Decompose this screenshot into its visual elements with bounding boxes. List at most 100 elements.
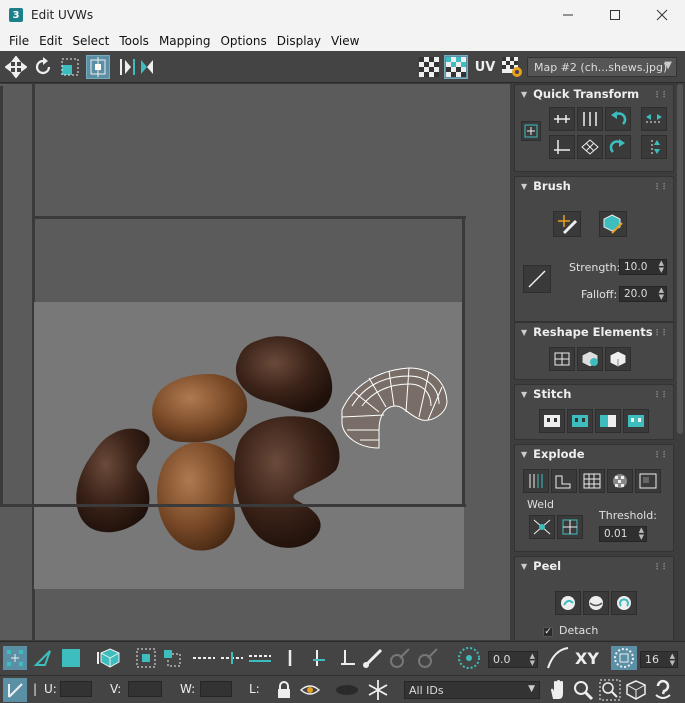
- menu-tools[interactable]: Tools: [114, 34, 154, 48]
- select-vertex-button[interactable]: [3, 646, 27, 670]
- close-button[interactable]: [639, 0, 685, 30]
- rotate-button[interactable]: [31, 55, 55, 79]
- move-button[interactable]: [4, 55, 28, 79]
- falloff-type-button[interactable]: [546, 646, 570, 670]
- menu-select[interactable]: Select: [67, 34, 114, 48]
- set-pivot-button[interactable]: [521, 121, 541, 141]
- minimize-button[interactable]: [545, 0, 591, 30]
- zoom-region-button[interactable]: [598, 678, 622, 702]
- rollout-header-stitch[interactable]: ▼ Stitch ⋮⋮: [515, 385, 673, 403]
- detach-checkbox[interactable]: ✓: [543, 627, 553, 637]
- threshold-spinner[interactable]: 0.01 ▲ ▼: [599, 526, 647, 542]
- zoom-extents-button[interactable]: [624, 678, 648, 702]
- rollout-header-explode[interactable]: ▼ Explode ⋮⋮: [515, 445, 673, 463]
- relax-button[interactable]: [605, 347, 631, 371]
- flip-button[interactable]: [135, 55, 159, 79]
- rotate-cw-icon: [609, 139, 625, 153]
- uv-viewport[interactable]: [0, 84, 510, 640]
- loop-select-button[interactable]: [192, 646, 216, 670]
- scale-button[interactable]: [58, 55, 82, 79]
- absolute-offset-button[interactable]: [3, 678, 27, 702]
- break-button[interactable]: [523, 469, 549, 493]
- strength-spinner[interactable]: 10.0 ▲ ▼: [619, 259, 667, 275]
- straighten-selection-button[interactable]: [549, 347, 575, 371]
- grip-icon: ⋮⋮: [653, 561, 668, 571]
- w-input[interactable]: [200, 681, 232, 697]
- menu-options[interactable]: Options: [215, 34, 271, 48]
- select-face-button[interactable]: [59, 646, 83, 670]
- rotate-cw-button[interactable]: [605, 135, 631, 159]
- freeform-button[interactable]: [86, 55, 110, 79]
- align-corner-button[interactable]: [549, 135, 575, 159]
- ring-shrink-button[interactable]: [335, 646, 359, 670]
- material-id-dropdown[interactable]: All IDs ▼: [404, 681, 540, 699]
- help-button[interactable]: [651, 678, 675, 702]
- show-map-button[interactable]: [444, 55, 468, 79]
- unhide-button[interactable]: [334, 678, 358, 702]
- status-toolbar: | U: V: W: L: All IDs ▼: [0, 675, 685, 703]
- checker-pattern-button[interactable]: [417, 55, 441, 79]
- reset-peel-button[interactable]: [611, 591, 637, 615]
- menu-file[interactable]: File: [4, 34, 34, 48]
- space-vertical-button[interactable]: [641, 135, 667, 159]
- paint-move-button[interactable]: [553, 211, 581, 237]
- loop-grow-button[interactable]: [220, 646, 244, 670]
- quick-peel-button[interactable]: [555, 591, 581, 615]
- rollout-header-reshape[interactable]: ▼ Reshape Elements ⋮⋮: [515, 323, 673, 341]
- rollout-header-brush[interactable]: ▼ Brush ⋮⋮: [515, 177, 673, 195]
- map-selector-dropdown[interactable]: Map #2 (ch...shews.jpg) ▼: [527, 57, 677, 77]
- menu-view[interactable]: View: [326, 34, 364, 48]
- ring-grow-button[interactable]: [307, 646, 331, 670]
- paint-shrink-button[interactable]: [416, 646, 440, 670]
- flatten-by-polygon-button[interactable]: [579, 469, 605, 493]
- paint-select-button[interactable]: [361, 646, 385, 670]
- loop-shrink-button[interactable]: [248, 646, 272, 670]
- relax-brush-button[interactable]: [599, 211, 627, 237]
- xy-axis-button[interactable]: XY: [574, 646, 600, 670]
- flatten-by-smoothing-button[interactable]: [607, 469, 633, 493]
- space-horizontal-button[interactable]: [641, 107, 667, 131]
- lock-selection-button[interactable]: [272, 678, 296, 702]
- menu-display[interactable]: Display: [272, 34, 326, 48]
- stitch-to-target-button[interactable]: [623, 409, 649, 433]
- maximize-button[interactable]: [592, 0, 638, 30]
- align-vertical-lines-button[interactable]: [577, 107, 603, 131]
- texture-settings-button[interactable]: [500, 55, 524, 79]
- grid-size-spinner[interactable]: 16 ▲ ▼: [640, 651, 678, 668]
- menu-edit[interactable]: Edit: [34, 34, 67, 48]
- v-input[interactable]: [128, 681, 162, 697]
- weld-target-button[interactable]: [557, 515, 583, 539]
- panel-scrollbar[interactable]: [677, 84, 683, 434]
- soft-selection-button[interactable]: [457, 646, 481, 670]
- grow-selection-button[interactable]: [134, 646, 158, 670]
- uv-toggle-button[interactable]: UV: [473, 55, 497, 79]
- rollout-header-quick-transform[interactable]: ▼ Quick Transform ⋮⋮: [515, 85, 673, 103]
- flatten-by-material-button[interactable]: [635, 469, 661, 493]
- align-horizontal-button[interactable]: [549, 107, 575, 131]
- freeze-button[interactable]: [366, 678, 390, 702]
- stitch-to-source-button[interactable]: [567, 409, 593, 433]
- shrink-selection-button[interactable]: [160, 646, 184, 670]
- straighten-button[interactable]: [577, 135, 603, 159]
- stitch-custom-button[interactable]: [539, 409, 565, 433]
- angle-spinner[interactable]: 0.0 ▲ ▼: [488, 651, 538, 668]
- pan-button[interactable]: [545, 678, 569, 702]
- u-input[interactable]: [60, 681, 92, 697]
- stitch-average-button[interactable]: [595, 409, 621, 433]
- falloff-spinner[interactable]: 20.0 ▲ ▼: [619, 286, 667, 302]
- select-element-button[interactable]: [98, 646, 122, 670]
- menu-mapping[interactable]: Mapping: [154, 34, 216, 48]
- ring-select-button[interactable]: [278, 646, 302, 670]
- weld-selected-button[interactable]: [529, 515, 555, 539]
- select-edge-button[interactable]: [31, 646, 55, 670]
- rotate-ccw-button[interactable]: [605, 107, 631, 131]
- zoom-button[interactable]: [571, 678, 595, 702]
- grid-snap-button[interactable]: [611, 646, 637, 670]
- paint-grow-button[interactable]: [388, 646, 412, 670]
- detach-edges-button[interactable]: [551, 469, 577, 493]
- falloff-curve-button[interactable]: [523, 265, 551, 293]
- rollout-header-peel[interactable]: ▼ Peel ⋮⋮: [515, 557, 673, 575]
- relax-until-flat-button[interactable]: [577, 347, 603, 371]
- hide-selection-button[interactable]: [298, 678, 322, 702]
- peel-mode-button[interactable]: [583, 591, 609, 615]
